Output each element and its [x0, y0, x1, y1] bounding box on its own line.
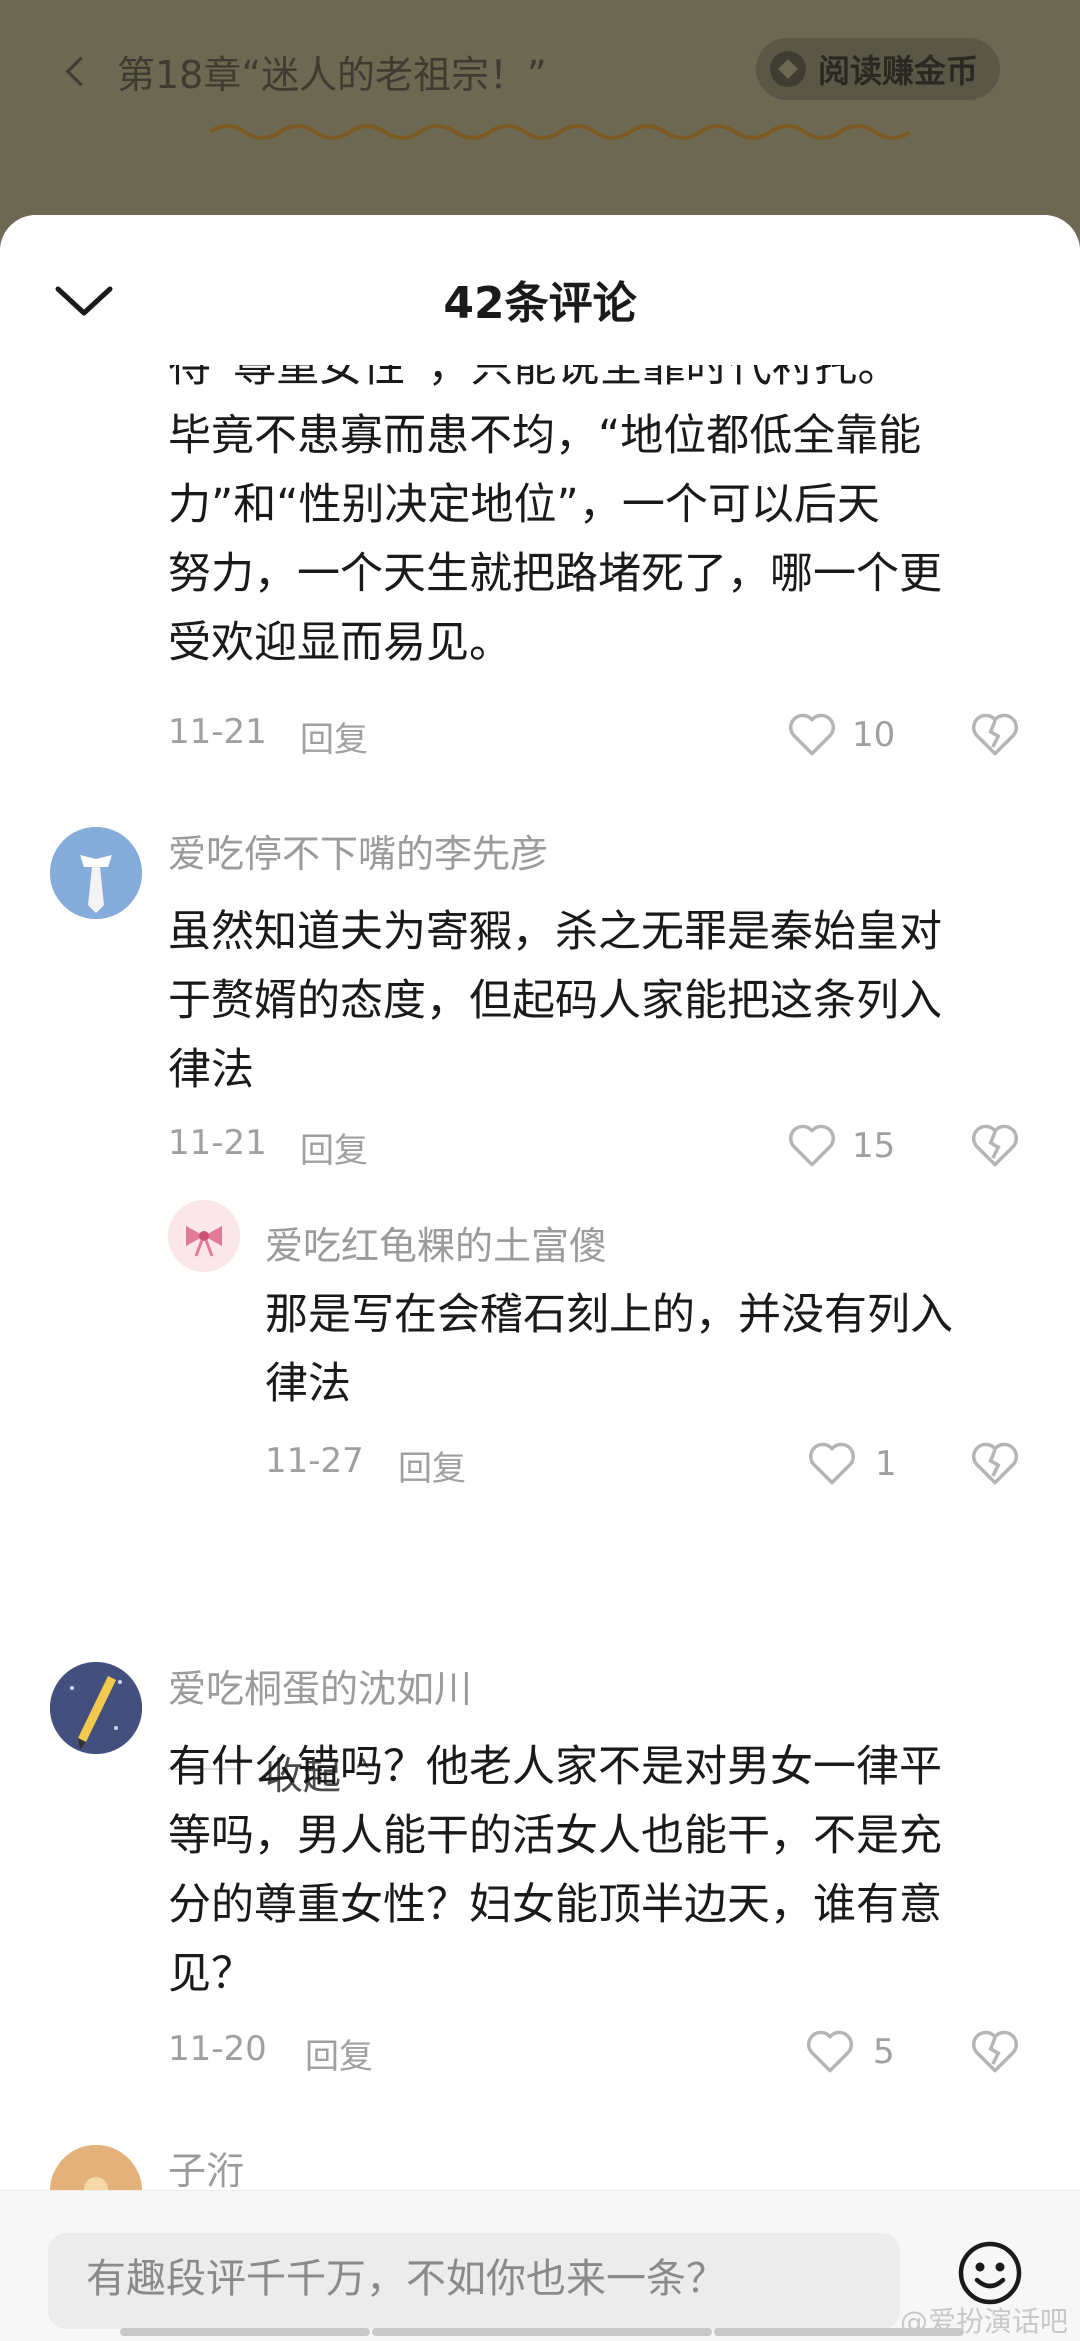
like-count: 10 [852, 715, 896, 755]
comment-date: 11-21 [168, 1123, 267, 1163]
comment-input-placeholder: 有趣段评千千万，不如你也来一条？ [86, 2256, 726, 2302]
comment-text-2: 虽然知道夫为寄豭，杀之无罪是秦始皇对 于赘婿的态度，但起码人家能把这条列入 律法 [168, 898, 942, 1105]
reply-button[interactable]: 回复 [300, 712, 368, 761]
like-heart-icon[interactable] [803, 2027, 857, 2075]
home-indicator [120, 2328, 370, 2336]
like-count: 5 [873, 2032, 895, 2072]
comment-line: 律法 [168, 1045, 254, 1095]
coin-icon [769, 51, 806, 87]
comment-username[interactable]: 子洐 [168, 2140, 244, 2195]
home-indicator [372, 2328, 712, 2336]
reader-background: 第18章“迷人的老祖宗！” 阅读赚金币 改 ， [0, 0, 1080, 261]
like-count: 15 [852, 1126, 896, 1166]
comment-line: 努力，一个天生就把路堵死了，哪一个更 [168, 549, 942, 599]
reply-button[interactable]: 回复 [305, 2029, 373, 2078]
avatar-tie-icon [50, 827, 142, 919]
comment-text-3: 有什么错吗？他老人家不是对男女一律平 等吗，男人能干的活女人也能干，不是充 分的… [168, 1733, 942, 2009]
reply-username[interactable]: 爱吃红龟粿的土富傻 [265, 1215, 607, 1270]
emoji-icon[interactable] [955, 2238, 1025, 2308]
comment-line: 见？ [168, 1949, 254, 1999]
like-heart-icon[interactable] [785, 710, 839, 758]
comment-text-1: 待“尊重女性”，只能说全靠时代衬托。 毕竟不患寡而患不均，“地位都低全靠能 力”… [168, 333, 942, 678]
comment-date: 11-21 [168, 712, 267, 752]
chapter-title-bar[interactable]: 第18章“迷人的老祖宗！” [65, 44, 547, 99]
underline-wave-icon [210, 124, 910, 140]
comment-line: 有什么错吗？他老人家不是对男女一律平 [168, 1742, 942, 1792]
like-heart-icon[interactable] [805, 1439, 859, 1487]
dislike-broken-heart-icon[interactable] [968, 1439, 1022, 1487]
reply-button[interactable]: 回复 [300, 1123, 368, 1172]
avatar[interactable] [50, 827, 142, 919]
comment-date: 11-27 [265, 1441, 364, 1481]
coin-button-label: 阅读赚金币 [817, 52, 978, 90]
avatar[interactable] [50, 1662, 142, 1754]
comment-count-title: 42条评论 [443, 278, 637, 329]
sheet-header: 42条评论 [0, 215, 1080, 365]
comment-line: 毕竟不患寡而患不均，“地位都低全靠能 [168, 411, 922, 461]
avatar-pencil-icon [50, 1662, 142, 1754]
comment-sheet: 待“尊重女性”，只能说全靠时代衬托。 毕竟不患寡而患不均，“地位都低全靠能 力”… [0, 215, 1080, 2340]
reply-button[interactable]: 回复 [398, 1441, 466, 1490]
comment-line: 力”和“性别决定地位”，一个可以后天 [168, 480, 880, 530]
comment-username[interactable]: 爱吃停不下嘴的李先彦 [168, 823, 548, 878]
dislike-broken-heart-icon[interactable] [968, 710, 1022, 758]
watermark: @爱扮演话吧 [899, 2305, 1068, 2338]
like-count: 1 [875, 1444, 897, 1484]
comment-line: 虽然知道夫为寄豭，杀之无罪是秦始皇对 [168, 907, 942, 957]
comment-line: 那是写在会稽石刻上的，并没有列入 [265, 1290, 953, 1340]
avatar[interactable] [168, 1200, 240, 1272]
avatar-bow-icon [168, 1200, 240, 1272]
comment-date: 11-20 [168, 2029, 267, 2069]
comment-list[interactable]: 待“尊重女性”，只能说全靠时代衬托。 毕竟不患寡而患不均，“地位都低全靠能 力”… [0, 215, 1080, 2340]
like-heart-icon[interactable] [785, 1121, 839, 1169]
reply-text: 那是写在会稽石刻上的，并没有列入 律法 [265, 1281, 953, 1419]
comment-line: 分的尊重女性？妇女能顶半边天，谁有意 [168, 1880, 942, 1930]
dislike-broken-heart-icon[interactable] [968, 2027, 1022, 2075]
comment-line: 等吗，男人能干的活女人也能干，不是充 [168, 1811, 942, 1861]
comment-username[interactable]: 爱吃桐蛋的沈如川 [168, 1658, 472, 1713]
comment-line: 受欢迎显而易见。 [168, 618, 512, 668]
dislike-broken-heart-icon[interactable] [968, 1121, 1022, 1169]
read-earn-coins-button[interactable]: 阅读赚金币 [755, 38, 1000, 100]
back-chevron-icon[interactable] [65, 56, 96, 87]
chapter-title: 第18章“迷人的老祖宗！” [117, 53, 547, 97]
comment-line: 律法 [265, 1359, 351, 1409]
comment-line: 于赘婿的态度，但起码人家能把这条列入 [168, 976, 942, 1026]
